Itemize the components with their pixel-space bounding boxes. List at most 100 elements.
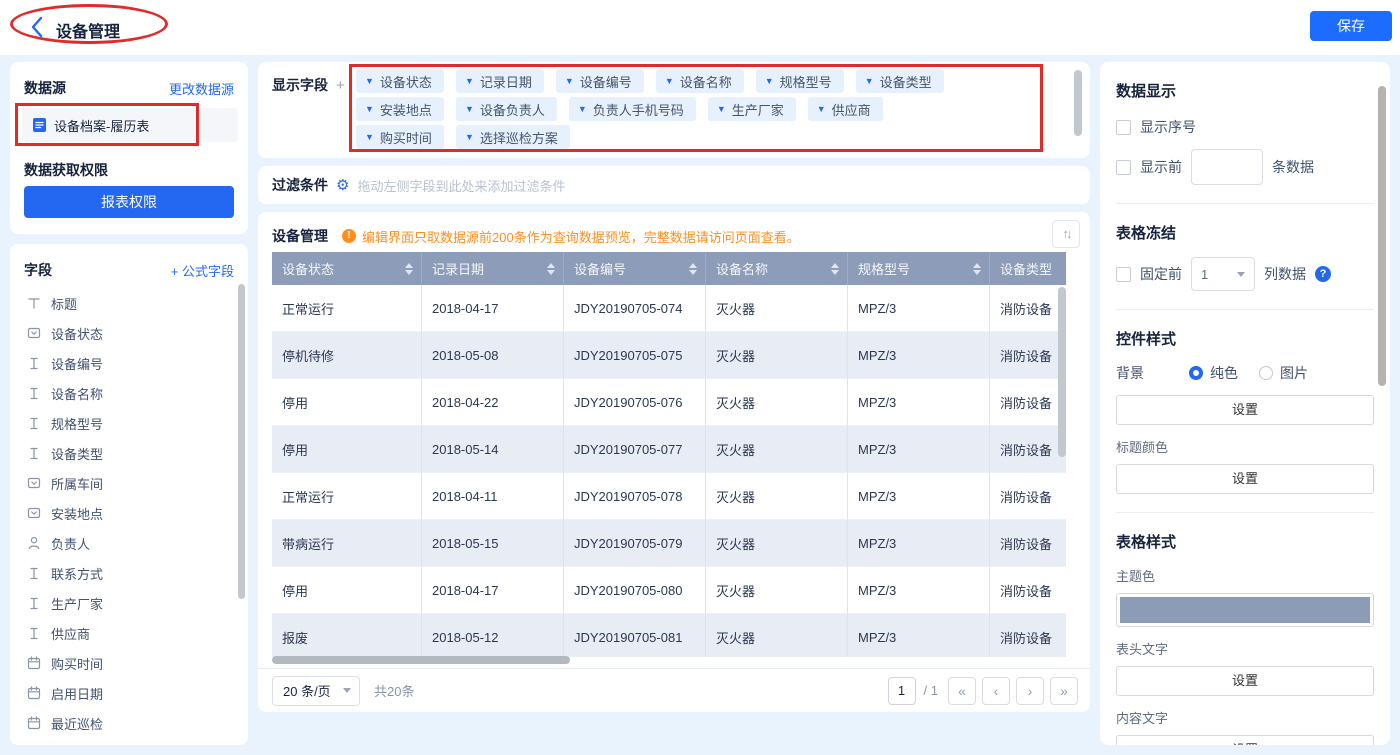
display-field-chip[interactable]: ▼ 设备编号 xyxy=(555,69,644,93)
chip-label: 选择巡检方案 xyxy=(479,130,558,146)
theme-color-picker[interactable] xyxy=(1116,593,1374,627)
field-item[interactable]: 最近巡检 xyxy=(10,708,248,738)
prev-page-button[interactable]: ‹ xyxy=(982,676,1010,705)
report-permission-button[interactable]: 报表权限 xyxy=(24,186,234,218)
table-cell: 消防设备 xyxy=(990,473,1066,520)
save-button[interactable]: 保存 xyxy=(1310,11,1392,41)
sort-arrows-icon[interactable] xyxy=(689,262,697,275)
display-field-chip[interactable]: ▼ 设备类型 xyxy=(855,69,944,93)
freeze-checkbox[interactable] xyxy=(1116,266,1131,282)
field-item[interactable]: 负责人 xyxy=(10,528,248,558)
freeze-count-select[interactable]: 1 xyxy=(1191,257,1255,291)
show-first-checkbox[interactable] xyxy=(1116,159,1131,175)
display-field-chip[interactable]: ▼ 安装地点 xyxy=(356,97,444,121)
freeze-suffix-label: 列数据 xyxy=(1264,266,1306,282)
settings-scrollbar[interactable] xyxy=(1378,86,1386,386)
help-icon[interactable]: ? xyxy=(1315,266,1331,282)
sort-arrows-icon[interactable] xyxy=(973,262,981,275)
header-text-set-button[interactable]: 设置 xyxy=(1116,666,1374,696)
column-header[interactable]: 设备名称 xyxy=(706,252,848,285)
select-icon xyxy=(27,327,41,339)
field-item[interactable]: 所属车间 xyxy=(10,468,248,498)
show-first-count-input[interactable] xyxy=(1191,149,1263,185)
chip-row: ▼ 设备状态 ▼ 记录日期 ▼ 设备编号 ▼ 设备名称 ▼ 规格型号 ▼ 设备类型 xyxy=(356,69,944,93)
display-field-chip[interactable]: ▼ 设备名称 xyxy=(655,69,744,93)
table-row: 报废 2018-05-12 JDY20190705-081 灭火器 MPZ/3 消防设备 xyxy=(272,614,1066,657)
last-page-button[interactable]: » xyxy=(1050,676,1078,705)
sort-toggle-button[interactable]: ↑↓ xyxy=(1052,220,1080,248)
field-item[interactable]: 联系方式 xyxy=(10,558,248,588)
current-page-input[interactable]: 1 xyxy=(887,676,916,705)
display-field-chip[interactable]: ▼ 记录日期 xyxy=(455,69,544,93)
first-page-button[interactable]: « xyxy=(948,676,976,705)
image-radio[interactable] xyxy=(1259,366,1273,380)
preview-notice: ! 编辑界面只取数据源前200条作为查询数据预览，完整数据请访问页面查看。 xyxy=(342,227,800,246)
display-field-chip[interactable]: ▼ 选择巡检方案 xyxy=(455,125,570,149)
background-set-button[interactable]: 设置 xyxy=(1116,395,1374,425)
gear-icon[interactable]: ⚙ xyxy=(336,178,349,193)
next-page-button[interactable]: › xyxy=(1016,676,1044,705)
divider xyxy=(1116,512,1374,513)
display-fields-scrollbar[interactable] xyxy=(1074,70,1082,136)
table-cell: JDY20190705-075 xyxy=(564,332,706,379)
show-first-label: 显示前 xyxy=(1140,159,1182,175)
column-header[interactable]: 设备类型 xyxy=(990,252,1066,285)
table-cell: 2018-04-11 xyxy=(422,473,564,520)
display-field-chip[interactable]: ▼ 供应商 xyxy=(807,97,883,121)
field-item[interactable]: 生产厂家 xyxy=(10,588,248,618)
column-header[interactable]: 记录日期 xyxy=(422,252,564,285)
page-size-select[interactable]: 20 条/页 xyxy=(272,675,360,706)
field-item[interactable]: 设备类型 xyxy=(10,438,248,468)
table-vertical-scrollbar[interactable] xyxy=(1058,287,1066,457)
settings-panel: 数据显示 显示序号 显示前 条数据 表格冻结 固定前 1 列数据 ? 控件样式 … xyxy=(1100,62,1390,745)
table-cell: 消防设备 xyxy=(990,426,1066,473)
back-icon[interactable] xyxy=(26,14,50,40)
display-field-chip[interactable]: ▼ 设备状态 xyxy=(356,69,444,93)
change-datasource-link[interactable]: 更改数据源 xyxy=(169,79,234,98)
display-field-chip[interactable]: ▼ 生产厂家 xyxy=(707,97,796,121)
chevron-down-icon: ▼ xyxy=(365,75,374,86)
sort-arrows-icon[interactable] xyxy=(405,262,413,275)
table-horizontal-scrollbar[interactable] xyxy=(272,656,570,664)
chevron-down-icon: ▼ xyxy=(577,103,587,114)
field-item[interactable]: 规格型号 xyxy=(10,408,248,438)
chip-row: ▼ 购买时间 ▼ 选择巡检方案 xyxy=(356,125,944,149)
field-item[interactable]: 标题 xyxy=(10,288,248,318)
display-field-chip[interactable]: ▼ 负责人手机号码 xyxy=(568,97,696,121)
column-header[interactable]: 设备状态 xyxy=(272,252,422,285)
column-header[interactable]: 设备编号 xyxy=(564,252,706,285)
field-item[interactable]: 启用日期 xyxy=(10,678,248,708)
content-text-set-button[interactable]: 设置 xyxy=(1116,735,1374,745)
datasource-item[interactable]: 设备档案-履历表 xyxy=(22,108,238,142)
display-field-chip[interactable]: ▼ 购买时间 xyxy=(356,125,444,149)
total-count: 共20条 xyxy=(374,684,415,699)
datasource-title: 数据源 xyxy=(24,80,66,96)
freeze-title: 表格冻结 xyxy=(1116,225,1177,242)
field-item[interactable]: 设备编号 xyxy=(10,348,248,378)
document-icon xyxy=(33,118,46,132)
show-index-checkbox[interactable] xyxy=(1116,119,1131,135)
field-item[interactable]: 设备名称 xyxy=(10,378,248,408)
solid-color-radio[interactable] xyxy=(1189,366,1203,380)
field-item[interactable]: 安装地点 xyxy=(10,498,248,528)
title-color-set-button[interactable]: 设置 xyxy=(1116,464,1374,494)
sort-arrows-icon[interactable] xyxy=(547,262,555,275)
chevron-down-icon: ▼ xyxy=(464,75,474,86)
add-formula-field-link[interactable]: + 公式字段 xyxy=(171,261,234,280)
fields-scrollbar[interactable] xyxy=(238,284,245,599)
table-cell: 2018-05-08 xyxy=(422,332,564,379)
field-item[interactable]: 购买时间 xyxy=(10,648,248,678)
title-color-label: 标题颜色 xyxy=(1116,440,1169,455)
field-item[interactable]: 设备状态 xyxy=(10,318,248,348)
table-cell: MPZ/3 xyxy=(848,426,990,473)
field-item[interactable]: 供应商 xyxy=(10,618,248,648)
display-field-chip[interactable]: ▼ 设备负责人 xyxy=(455,97,557,121)
filter-panel: 过滤条件 ⚙ 拖动左侧字段到此处来添加过滤条件 xyxy=(258,166,1090,204)
select-icon xyxy=(27,477,41,489)
column-header[interactable]: 规格型号 xyxy=(848,252,990,285)
table-cell: 带病运行 xyxy=(272,520,422,567)
display-field-chip[interactable]: ▼ 规格型号 xyxy=(755,69,844,93)
field-item-label: 启用日期 xyxy=(51,686,104,702)
add-display-field-button[interactable]: + xyxy=(336,77,345,94)
sort-arrows-icon[interactable] xyxy=(831,262,839,275)
